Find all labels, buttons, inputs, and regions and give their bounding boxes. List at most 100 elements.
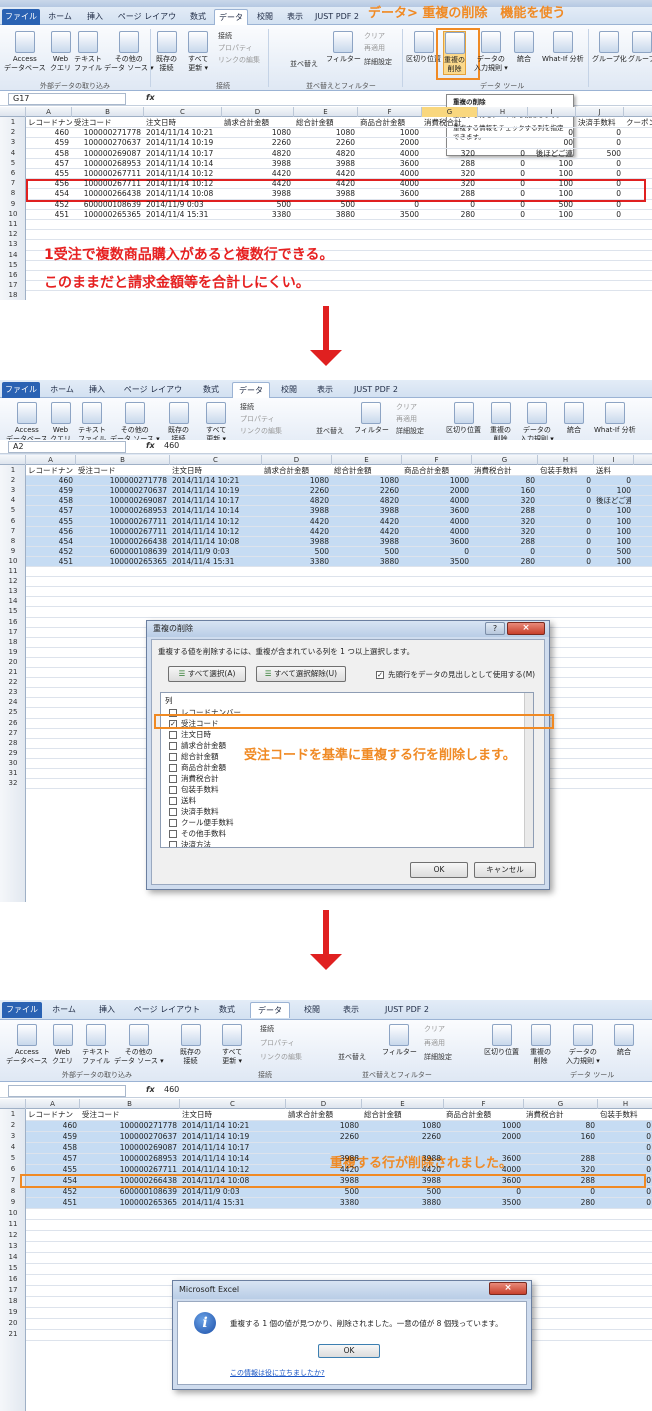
table-cell[interactable]: 100000265365 xyxy=(78,557,167,567)
data-validation-button[interactable]: データの 入力規則 ▾ xyxy=(474,31,508,73)
table-cell[interactable]: 100000268953 xyxy=(78,506,167,516)
table-cell[interactable]: 2000 xyxy=(360,138,419,148)
header-cell[interactable]: 受注コード xyxy=(82,1110,180,1120)
table-cell[interactable]: 3600 xyxy=(404,537,469,547)
row-number[interactable]: 24 xyxy=(0,697,26,707)
fx-icon[interactable]: fx xyxy=(146,441,155,450)
row-number[interactable]: 15 xyxy=(0,260,26,270)
table-cell[interactable]: 0 xyxy=(578,128,621,138)
tab-just-pdf[interactable]: JUST PDF 2 xyxy=(348,382,404,398)
column-header-d[interactable]: D xyxy=(222,107,294,117)
table-cell[interactable]: 100000268953 xyxy=(74,159,141,169)
properties-button[interactable]: プロパティ xyxy=(218,43,253,54)
table-cell[interactable]: 0 xyxy=(446,1187,521,1197)
table-cell[interactable]: 320 xyxy=(424,179,475,189)
header-cell[interactable]: 総合計金額 xyxy=(334,466,402,476)
header-cell[interactable]: レコードナン xyxy=(28,1110,80,1120)
column-checkbox-item[interactable]: 消費税合計 xyxy=(169,773,219,784)
table-cell[interactable]: 100000267711 xyxy=(74,169,141,179)
table-cell[interactable]: 288 xyxy=(474,537,535,547)
table-cell[interactable]: 0 xyxy=(578,200,621,210)
table-cell[interactable]: 0 xyxy=(578,159,621,169)
tab-home[interactable]: ホーム xyxy=(44,9,76,25)
tab-data[interactable]: データ xyxy=(214,9,248,25)
table-cell[interactable]: 0 xyxy=(596,476,631,486)
column-checkbox-item[interactable]: クール便手数料 xyxy=(169,817,234,828)
table-cell[interactable]: 320 xyxy=(474,527,535,537)
table-cell[interactable]: 2260 xyxy=(288,1132,359,1142)
row-number[interactable]: 12 xyxy=(0,576,26,586)
table-cell[interactable]: 4420 xyxy=(264,527,329,537)
table-cell[interactable]: 2014/11/14 10:21 xyxy=(182,1121,283,1131)
filter-button[interactable]: フィルター xyxy=(326,31,361,64)
tab-file[interactable]: ファイル xyxy=(2,1002,42,1018)
what-if-button[interactable]: What-If 分析 xyxy=(542,31,584,64)
table-cell[interactable]: 3500 xyxy=(404,557,469,567)
tab-review[interactable]: 校閲 xyxy=(252,9,278,25)
table-cell[interactable]: 4000 xyxy=(404,496,469,506)
text-file-button[interactable]: テキスト ファイル xyxy=(78,402,106,444)
table-cell[interactable]: 3988 xyxy=(296,189,355,199)
table-cell[interactable]: 3988 xyxy=(264,506,329,516)
row-number[interactable]: 17 xyxy=(0,1285,26,1296)
table-cell[interactable]: 3988 xyxy=(224,159,291,169)
table-cell[interactable]: 100000266438 xyxy=(78,537,167,547)
table-cell[interactable]: 500 xyxy=(596,547,631,557)
table-cell[interactable]: 456 xyxy=(28,527,73,537)
table-cell[interactable]: 100000265365 xyxy=(82,1198,177,1208)
text-to-columns-button[interactable]: 区切り位置 xyxy=(446,402,481,435)
table-cell[interactable]: 0 xyxy=(404,547,469,557)
table-cell[interactable]: 100000266438 xyxy=(82,1176,177,1186)
table-cell[interactable]: 3880 xyxy=(296,210,355,220)
row-number[interactable]: 18 xyxy=(0,290,26,300)
table-cell[interactable]: 320 xyxy=(474,517,535,527)
row-number[interactable]: 5 xyxy=(0,1153,26,1164)
table-cell[interactable]: 320 xyxy=(424,149,475,159)
table-cell[interactable]: 100000267711 xyxy=(78,527,167,537)
table-cell[interactable]: 3380 xyxy=(264,557,329,567)
column-header-h[interactable]: H xyxy=(598,1099,652,1109)
row-number[interactable]: 1 xyxy=(0,465,26,475)
column-header-j[interactable]: J xyxy=(576,107,624,117)
header-cell[interactable]: 総合計金額 xyxy=(296,118,358,128)
access-button[interactable]: Access データベース xyxy=(6,402,48,444)
table-cell[interactable]: 320 xyxy=(526,1165,595,1175)
table-cell[interactable]: 459 xyxy=(28,1132,77,1142)
header-cell[interactable]: 包装手数料 xyxy=(540,466,594,476)
name-box[interactable]: A2 xyxy=(8,441,126,453)
table-cell[interactable]: 0 xyxy=(424,200,475,210)
row-number[interactable]: 2 xyxy=(0,475,26,485)
tab-insert[interactable]: 挿入 xyxy=(80,9,110,25)
table-cell[interactable]: 100 xyxy=(530,189,573,199)
row-number[interactable]: 1 xyxy=(0,117,26,127)
table-cell[interactable]: 280 xyxy=(474,557,535,567)
row-number[interactable]: 10 xyxy=(0,209,26,219)
table-cell[interactable]: 2014/11/14 10:17 xyxy=(182,1143,283,1153)
other-sources-button[interactable]: その他の データ ソース ▾ xyxy=(104,31,154,73)
table-cell[interactable]: 0 xyxy=(360,200,419,210)
clear-button[interactable]: クリア xyxy=(396,402,417,413)
table-cell[interactable]: 100000271778 xyxy=(82,1121,177,1131)
tab-insert[interactable]: 挿入 xyxy=(92,1002,122,1018)
table-cell[interactable]: 0 xyxy=(578,138,621,148)
cancel-button[interactable]: キャンセル xyxy=(474,862,536,878)
table-cell[interactable]: 0 xyxy=(480,210,525,220)
table-cell[interactable]: 460 xyxy=(28,476,73,486)
table-cell[interactable]: 2014/11/14 10:14 xyxy=(172,506,259,516)
row-number[interactable]: 26 xyxy=(0,718,26,728)
table-cell[interactable]: 100 xyxy=(596,527,631,537)
row-number[interactable]: 32 xyxy=(0,778,26,788)
column-header-i[interactable]: I xyxy=(594,455,634,465)
table-cell[interactable]: 100000268953 xyxy=(82,1154,177,1164)
tab-view[interactable]: 表示 xyxy=(282,9,308,25)
group-button[interactable]: グループ化 xyxy=(592,31,627,64)
row-number[interactable]: 11 xyxy=(0,566,26,576)
tab-file[interactable]: ファイル xyxy=(2,9,40,25)
tab-home[interactable]: ホーム xyxy=(46,382,78,398)
row-number[interactable]: 8 xyxy=(0,188,26,198)
column-checkbox-item[interactable]: その他手数料 xyxy=(169,828,226,839)
table-cell[interactable]: 80 xyxy=(474,476,535,486)
sort-button[interactable]: 並べ替え xyxy=(290,59,318,70)
web-query-button[interactable]: Web クエリ xyxy=(50,31,71,73)
column-header-f[interactable]: F xyxy=(402,455,472,465)
